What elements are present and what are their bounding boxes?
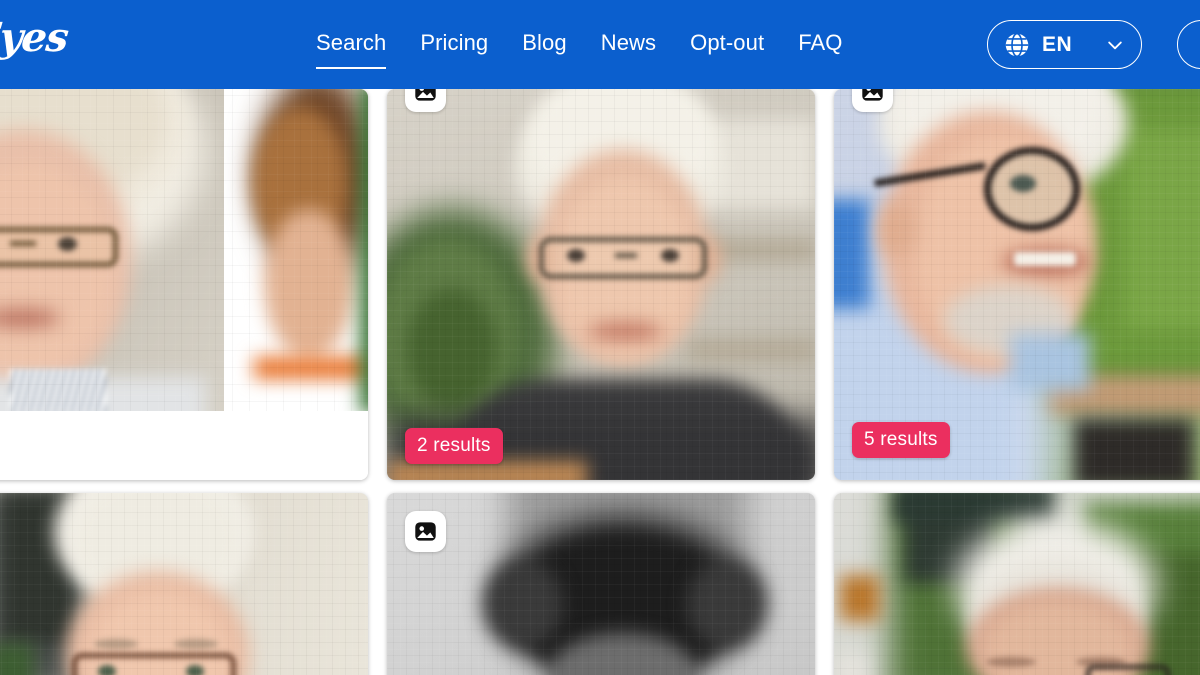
language-selector[interactable]: EN (987, 20, 1142, 69)
result-tile[interactable] (834, 493, 1200, 675)
webpage-sidebar-image (224, 89, 368, 413)
webpage-screenshot: /www.newtime… (0, 89, 368, 480)
result-tile[interactable]: 2 results (387, 89, 815, 480)
image-icon (415, 89, 436, 101)
face-thumbnail (387, 493, 815, 675)
site-logo[interactable]: Eyes (0, 14, 70, 61)
result-tile[interactable]: 5 results (834, 89, 1200, 480)
language-code: EN (1042, 32, 1073, 56)
face-thumbnail (834, 493, 1200, 675)
image-type-badge (405, 511, 446, 552)
nav-item-news[interactable]: News (601, 29, 656, 61)
result-tile[interactable]: /www.newtime… (0, 89, 368, 480)
nav-item-opt-out[interactable]: Opt-out (690, 29, 764, 61)
nav-item-blog[interactable]: Blog (522, 29, 566, 61)
nav-item-faq[interactable]: FAQ (798, 29, 842, 61)
results-count-badge: 2 results (405, 428, 503, 464)
nav-item-pricing[interactable]: Pricing (420, 29, 488, 61)
pimeyes-results-page: Eyes Search Pricing Blog News Opt-out FA… (0, 0, 1200, 675)
image-type-badge (405, 89, 446, 112)
result-tile[interactable] (387, 493, 815, 675)
face-thumbnail (387, 89, 815, 480)
face-thumbnail (0, 493, 368, 675)
globe-icon (1005, 32, 1029, 57)
result-tile[interactable] (0, 493, 368, 675)
image-icon (862, 89, 883, 101)
face-thumbnail (0, 89, 224, 413)
image-type-badge (852, 89, 893, 112)
results-grid: /www.newtime… (0, 89, 1200, 675)
chevron-down-icon (1108, 41, 1122, 49)
site-header: Eyes Search Pricing Blog News Opt-out FA… (0, 0, 1200, 89)
main-navigation: Search Pricing Blog News Opt-out FAQ (316, 0, 843, 89)
account-circle-icon[interactable] (1177, 20, 1200, 69)
image-icon (415, 522, 436, 541)
nav-item-search[interactable]: Search (316, 29, 387, 69)
results-count-badge: 5 results (852, 422, 950, 458)
